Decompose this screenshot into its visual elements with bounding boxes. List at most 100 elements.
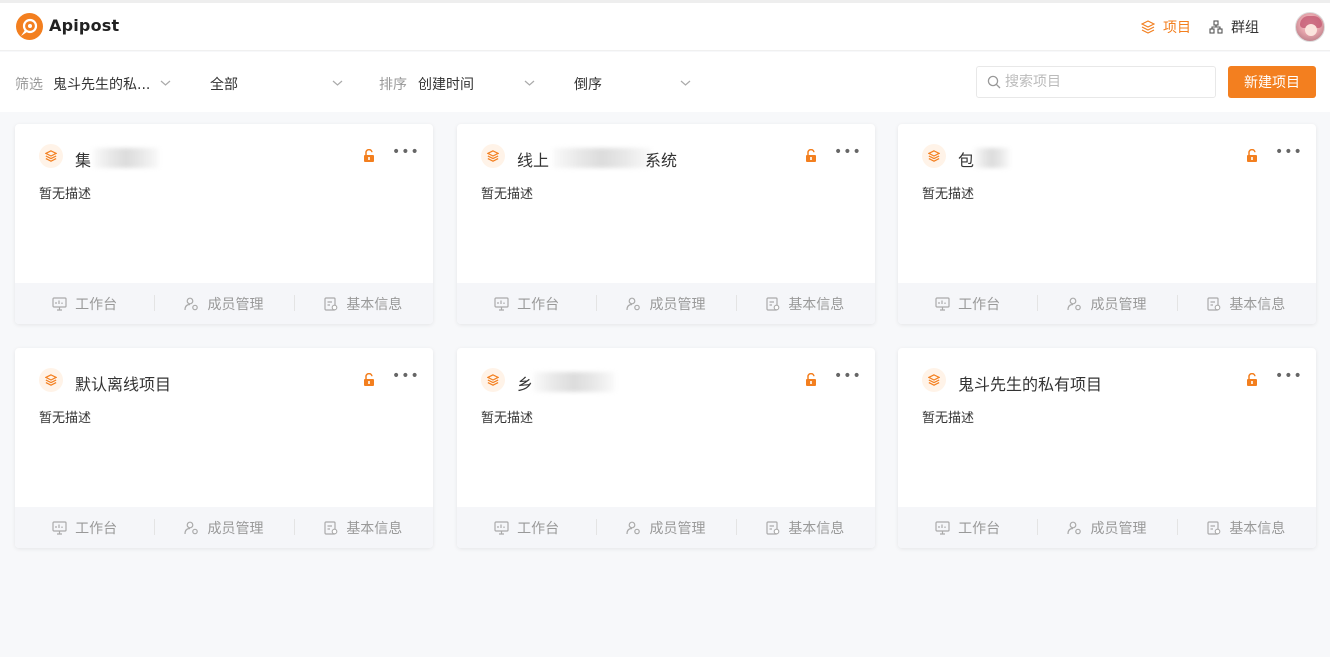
sort-order-select[interactable]: 倒序 (574, 74, 602, 94)
member-settings-icon (184, 297, 199, 311)
info-button[interactable]: 基本信息 (735, 507, 875, 548)
members-label: 成员管理 (207, 296, 264, 313)
nav-groups[interactable]: 群组 (1209, 17, 1259, 37)
redacted-text (974, 148, 1010, 168)
card-actions: 工作台 成员管理 基本信息 (457, 283, 875, 324)
card-actions: 工作台 成员管理 基本信息 (457, 507, 875, 548)
member-settings-icon (626, 521, 641, 535)
unlock-icon[interactable] (805, 148, 817, 166)
chevron-down-icon[interactable] (680, 75, 691, 91)
project-card[interactable]: 线上 系统 ••• 暂无描述 工作台 成员管理 基本信息 (457, 124, 875, 324)
workspace-button[interactable]: 工作台 (15, 507, 154, 548)
workspace-button[interactable]: 工作台 (457, 283, 596, 324)
project-card[interactable]: 默认离线项目 ••• 暂无描述 工作台 成员管理 基本信息 (15, 348, 433, 548)
filter-owner-select[interactable]: 鬼斗先生的私... (53, 74, 150, 94)
member-settings-icon (1067, 521, 1082, 535)
layers-icon (922, 144, 946, 168)
info-button[interactable]: 基本信息 (1176, 507, 1316, 548)
workspace-label: 工作台 (75, 296, 118, 313)
layers-icon (1141, 20, 1155, 34)
members-button[interactable]: 成员管理 (1037, 283, 1176, 324)
card-actions: 工作台 成员管理 基本信息 (898, 507, 1316, 548)
members-button[interactable]: 成员管理 (154, 283, 293, 324)
info-card-icon (766, 520, 780, 535)
more-icon[interactable]: ••• (392, 368, 420, 384)
card-actions: 工作台 成员管理 基本信息 (898, 283, 1316, 324)
info-label: 基本信息 (1229, 520, 1286, 537)
workspace-button[interactable]: 工作台 (898, 507, 1037, 548)
project-description: 暂无描述 (922, 187, 975, 202)
project-title[interactable]: 鬼斗先生的私有项目 (958, 371, 1102, 395)
chevron-down-icon[interactable] (524, 75, 535, 91)
unlock-icon[interactable] (805, 372, 817, 390)
info-button[interactable]: 基本信息 (735, 283, 875, 324)
members-button[interactable]: 成员管理 (596, 283, 735, 324)
info-button[interactable]: 基本信息 (1176, 283, 1316, 324)
layers-icon (39, 368, 63, 392)
workspace-button[interactable]: 工作台 (898, 283, 1037, 324)
redacted-text (533, 372, 615, 392)
info-button[interactable]: 基本信息 (293, 507, 433, 548)
search-icon (987, 75, 1001, 93)
unlock-icon[interactable] (363, 372, 375, 390)
project-title[interactable]: 包 (958, 147, 974, 171)
filter-scope-select[interactable]: 全部 (210, 74, 238, 94)
members-button[interactable]: 成员管理 (1037, 507, 1176, 548)
unlock-icon[interactable] (1246, 372, 1258, 390)
member-settings-icon (1067, 297, 1082, 311)
members-label: 成员管理 (1090, 520, 1147, 537)
more-icon[interactable]: ••• (392, 144, 420, 160)
project-description: 暂无描述 (481, 187, 534, 202)
search-box (976, 66, 1216, 98)
chevron-down-icon[interactable] (332, 75, 343, 91)
project-title[interactable]: 线上 (517, 147, 549, 171)
project-title[interactable]: 乡 (517, 371, 533, 395)
org-icon (1209, 20, 1223, 34)
project-card[interactable]: 乡 ••• 暂无描述 工作台 成员管理 基本信息 (457, 348, 875, 548)
project-description: 暂无描述 (922, 411, 975, 426)
card-actions: 工作台 成员管理 基本信息 (15, 507, 433, 548)
search-input[interactable] (1005, 67, 1210, 97)
nav-projects[interactable]: 项目 (1141, 17, 1191, 37)
unlock-icon[interactable] (363, 148, 375, 166)
info-label: 基本信息 (1229, 296, 1286, 313)
info-label: 基本信息 (788, 296, 845, 313)
redacted-text (93, 148, 159, 168)
layers-icon (39, 144, 63, 168)
more-icon[interactable]: ••• (1275, 144, 1303, 160)
chevron-down-icon[interactable] (160, 75, 171, 91)
monitor-icon (494, 296, 509, 311)
unlock-icon[interactable] (1246, 148, 1258, 166)
project-card[interactable]: 集 ••• 暂无描述 工作台 成员管理 基本信息 (15, 124, 433, 324)
info-card-icon (1207, 296, 1221, 311)
more-icon[interactable]: ••• (834, 144, 862, 160)
info-button[interactable]: 基本信息 (293, 283, 433, 324)
info-label: 基本信息 (346, 296, 403, 313)
members-button[interactable]: 成员管理 (596, 507, 735, 548)
more-icon[interactable]: ••• (834, 368, 862, 384)
layers-icon (481, 144, 505, 168)
workspace-button[interactable]: 工作台 (15, 283, 154, 324)
project-card[interactable]: 包 ••• 暂无描述 工作台 成员管理 基本信息 (898, 124, 1316, 324)
members-label: 成员管理 (649, 520, 706, 537)
filter-toolbar: 筛选 鬼斗先生的私... 全部 排序 创建时间 倒序 新建项目 (0, 52, 1330, 112)
logo-icon (16, 13, 43, 40)
more-icon[interactable]: ••• (1275, 368, 1303, 384)
project-title[interactable]: 集 (75, 147, 91, 171)
workspace-label: 工作台 (958, 296, 1001, 313)
members-label: 成员管理 (649, 296, 706, 313)
monitor-icon (52, 520, 67, 535)
avatar[interactable] (1295, 12, 1325, 42)
project-card[interactable]: 鬼斗先生的私有项目 ••• 暂无描述 工作台 成员管理 基本信息 (898, 348, 1316, 548)
member-settings-icon (626, 297, 641, 311)
sort-field-select[interactable]: 创建时间 (418, 74, 474, 94)
monitor-icon (52, 296, 67, 311)
info-label: 基本信息 (788, 520, 845, 537)
app-name: Apipost (49, 16, 120, 35)
monitor-icon (494, 520, 509, 535)
new-project-button[interactable]: 新建项目 (1228, 66, 1316, 98)
redacted-text (553, 148, 651, 168)
project-title[interactable]: 默认离线项目 (75, 371, 171, 395)
workspace-button[interactable]: 工作台 (457, 507, 596, 548)
members-button[interactable]: 成员管理 (154, 507, 293, 548)
